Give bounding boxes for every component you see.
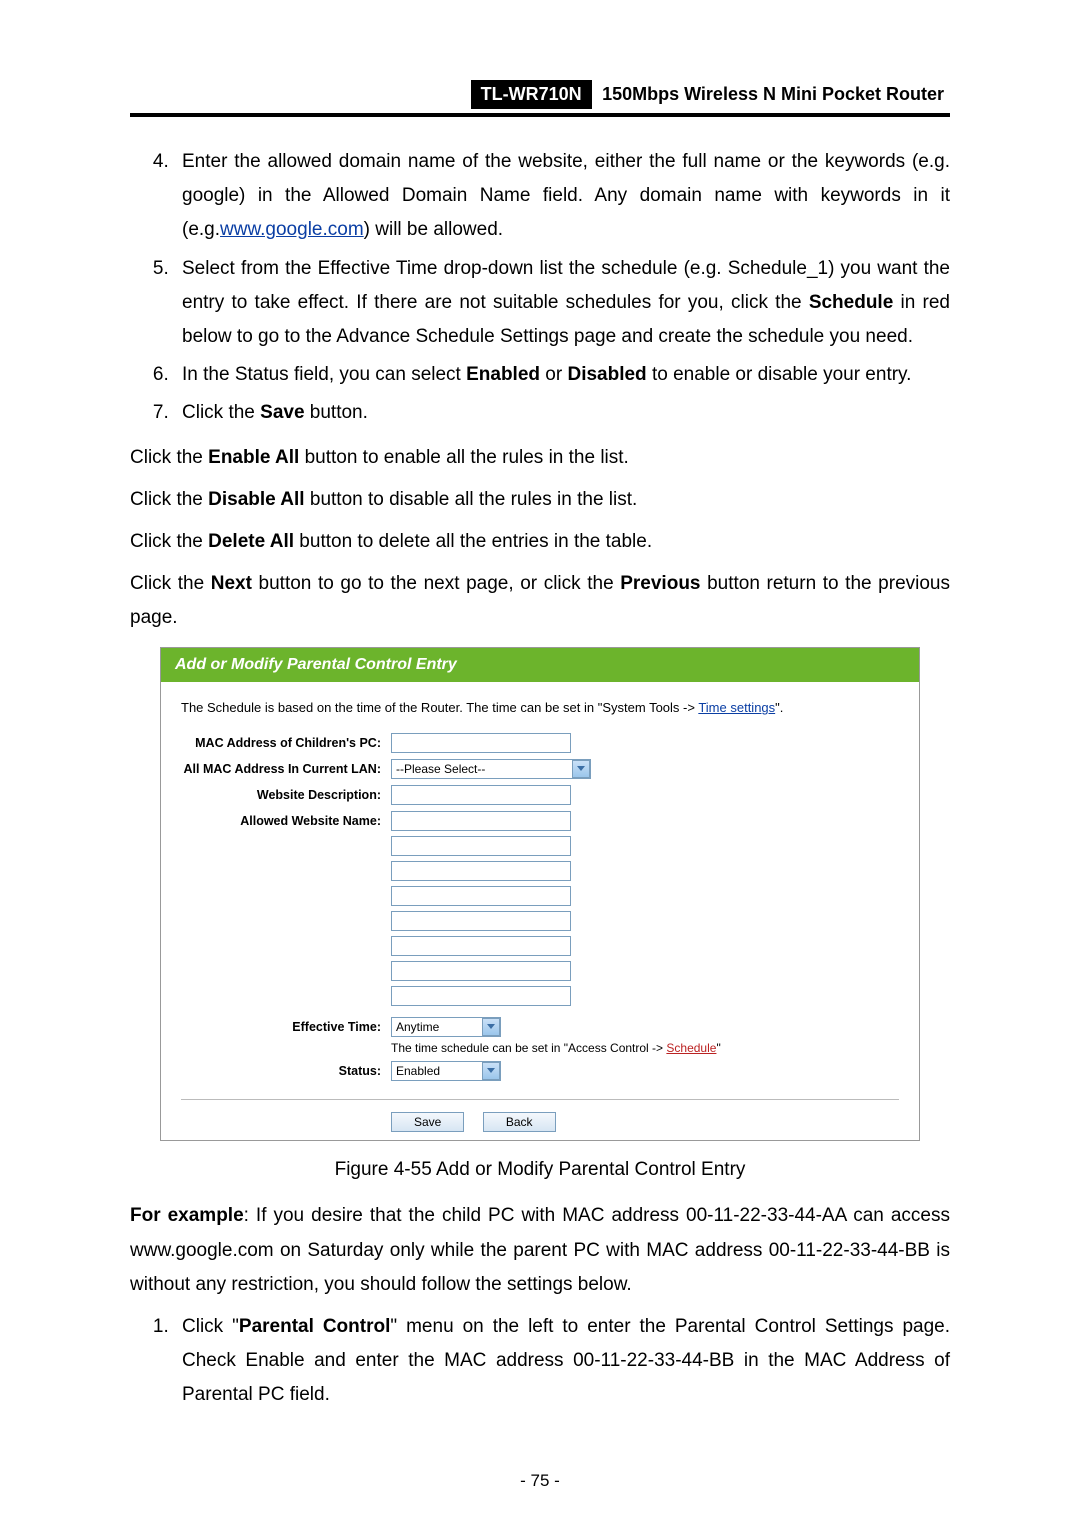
allowed-input-3[interactable] <box>391 861 571 881</box>
lan-select[interactable]: --Please Select-- <box>391 759 591 779</box>
save-button[interactable]: Save <box>391 1112 464 1132</box>
model-badge: TL-WR710N <box>471 80 592 109</box>
steps-list-b: Click "Parental Control" menu on the lef… <box>130 1310 950 1413</box>
example-lead: For example <box>130 1205 244 1226</box>
effective-time-note: The time schedule can be set in "Access … <box>391 1041 899 1055</box>
delete-all-bold: Delete All <box>208 531 294 552</box>
doc-header: TL-WR710N 150Mbps Wireless N Mini Pocket… <box>130 80 950 117</box>
allowed-input-6[interactable] <box>391 936 571 956</box>
disable-all-bold: Disable All <box>208 489 304 510</box>
time-settings-link[interactable]: Time settings <box>698 700 775 715</box>
allowed-input-1[interactable] <box>391 811 571 831</box>
text: Click " <box>182 1316 239 1337</box>
text: Click the <box>130 531 208 552</box>
google-link[interactable]: www.google.com <box>220 219 364 240</box>
status-select[interactable]: Enabled <box>391 1061 501 1081</box>
chevron-down-icon <box>572 760 590 778</box>
effective-time-value: Anytime <box>396 1020 439 1034</box>
allowed-input-8[interactable] <box>391 986 571 1006</box>
chevron-down-icon <box>482 1062 500 1080</box>
allowed-input-5[interactable] <box>391 911 571 931</box>
text: or <box>540 364 567 385</box>
step-7: Click the Save button. <box>174 396 950 430</box>
label-mac: MAC Address of Children's PC: <box>181 733 391 750</box>
text: to enable or disable your entry. <box>647 364 912 385</box>
desc-input[interactable] <box>391 785 571 805</box>
effective-time-select[interactable]: Anytime <box>391 1017 501 1037</box>
text: Click the <box>130 489 208 510</box>
step-b-1: Click "Parental Control" menu on the lef… <box>174 1310 950 1413</box>
text: The time schedule can be set in "Access … <box>391 1041 666 1055</box>
parental-control-bold: Parental Control <box>239 1316 391 1337</box>
divider <box>181 1099 899 1100</box>
text: Click the <box>182 402 260 423</box>
label-status: Status: <box>181 1061 391 1078</box>
enabled-bold: Enabled <box>466 364 540 385</box>
text: button to disable all the rules in the l… <box>305 489 638 510</box>
page-number: - 75 - <box>0 1471 1080 1491</box>
step-5: Select from the Effective Time drop-down… <box>174 252 950 355</box>
back-button[interactable]: Back <box>483 1112 556 1132</box>
lan-select-value: --Please Select-- <box>396 762 485 776</box>
step-4: Enter the allowed domain name of the web… <box>174 145 950 248</box>
schedule-note: The Schedule is based on the time of the… <box>181 700 899 715</box>
next-prev-para: Click the Next button to go to the next … <box>130 567 950 635</box>
next-bold: Next <box>211 573 252 594</box>
disabled-bold: Disabled <box>567 364 646 385</box>
text: Click the <box>130 573 211 594</box>
text: ) will be allowed. <box>364 219 503 240</box>
label-allowed: Allowed Website Name: <box>181 811 391 828</box>
disable-all-para: Click the Disable All button to disable … <box>130 483 950 517</box>
doc-title: 150Mbps Wireless N Mini Pocket Router <box>596 80 950 109</box>
enable-all-bold: Enable All <box>208 447 299 468</box>
text: button to enable all the rules in the li… <box>299 447 629 468</box>
text: Click the <box>130 447 208 468</box>
schedule-bold: Schedule <box>809 292 893 313</box>
figure-panel: Add or Modify Parental Control Entry The… <box>160 647 920 1141</box>
text: button. <box>305 402 368 423</box>
allowed-input-2[interactable] <box>391 836 571 856</box>
delete-all-para: Click the Delete All button to delete al… <box>130 525 950 559</box>
previous-bold: Previous <box>620 573 700 594</box>
save-bold: Save <box>260 402 304 423</box>
schedule-link[interactable]: Schedule <box>666 1041 716 1055</box>
label-lan: All MAC Address In Current LAN: <box>181 759 391 776</box>
label-desc: Website Description: <box>181 785 391 802</box>
step-6: In the Status field, you can select Enab… <box>174 358 950 392</box>
text: " <box>716 1041 720 1055</box>
allowed-input-7[interactable] <box>391 961 571 981</box>
enable-all-para: Click the Enable All button to enable al… <box>130 441 950 475</box>
example-para: For example: If you desire that the chil… <box>130 1199 950 1302</box>
steps-list-a: Enter the allowed domain name of the web… <box>130 145 950 431</box>
text: In the Status field, you can select <box>182 364 466 385</box>
figure-caption: Figure 4-55 Add or Modify Parental Contr… <box>130 1159 950 1181</box>
text: ". <box>775 700 783 715</box>
text: : If you desire that the child PC with M… <box>130 1205 950 1294</box>
allowed-input-4[interactable] <box>391 886 571 906</box>
text: button to delete all the entries in the … <box>294 531 652 552</box>
status-value: Enabled <box>396 1064 440 1078</box>
chevron-down-icon <box>482 1018 500 1036</box>
text: The Schedule is based on the time of the… <box>181 700 698 715</box>
label-eff: Effective Time: <box>181 1017 391 1034</box>
text: button to go to the next page, or click … <box>252 573 620 594</box>
figure-title: Add or Modify Parental Control Entry <box>161 648 919 682</box>
mac-input[interactable] <box>391 733 571 753</box>
